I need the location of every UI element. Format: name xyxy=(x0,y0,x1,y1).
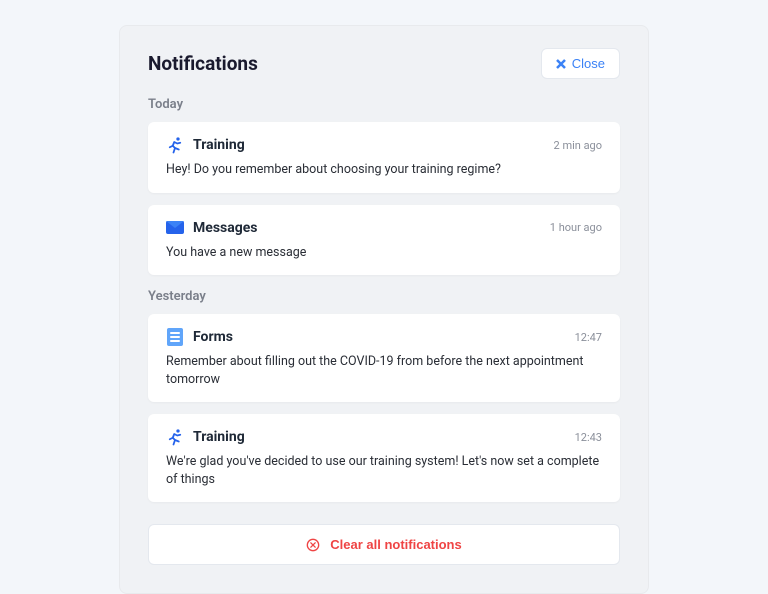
notifications-panel: Notifications Close Today Training 2 min… xyxy=(119,25,649,594)
notification-card[interactable]: Forms 12:47 Remember about filling out t… xyxy=(148,314,620,402)
page-title: Notifications xyxy=(148,52,258,75)
close-button[interactable]: Close xyxy=(541,48,620,79)
clear-all-button[interactable]: Clear all notifications xyxy=(148,524,620,565)
card-timestamp: 12:43 xyxy=(575,431,602,444)
card-title: Messages xyxy=(193,220,257,236)
card-timestamp: 2 min ago xyxy=(554,139,602,152)
card-body: Remember about filling out the COVID-19 … xyxy=(166,353,602,388)
card-body: Hey! Do you remember about choosing your… xyxy=(166,161,602,179)
notification-card[interactable]: Training 2 min ago Hey! Do you remember … xyxy=(148,122,620,193)
card-header: Messages 1 hour ago xyxy=(166,219,602,237)
close-icon xyxy=(556,59,566,69)
card-title: Training xyxy=(193,137,245,153)
card-header: Forms 12:47 xyxy=(166,328,602,346)
card-body: We're glad you've decided to use our tra… xyxy=(166,453,602,488)
card-title: Forms xyxy=(193,329,233,345)
card-header: Training 12:43 xyxy=(166,428,602,446)
card-title: Training xyxy=(193,429,245,445)
section-today-label: Today xyxy=(148,97,620,112)
notification-card[interactable]: Messages 1 hour ago You have a new messa… xyxy=(148,205,620,276)
running-icon xyxy=(166,428,184,446)
card-body: You have a new message xyxy=(166,244,602,262)
envelope-icon xyxy=(166,219,184,237)
form-icon xyxy=(166,328,184,346)
panel-header: Notifications Close xyxy=(148,48,620,79)
card-header: Training 2 min ago xyxy=(166,136,602,154)
clear-label: Clear all notifications xyxy=(330,537,461,552)
section-yesterday-label: Yesterday xyxy=(148,289,620,304)
notification-card[interactable]: Training 12:43 We're glad you've decided… xyxy=(148,414,620,502)
close-label: Close xyxy=(572,56,605,71)
card-timestamp: 12:47 xyxy=(575,331,602,344)
card-timestamp: 1 hour ago xyxy=(550,221,602,234)
running-icon xyxy=(166,136,184,154)
